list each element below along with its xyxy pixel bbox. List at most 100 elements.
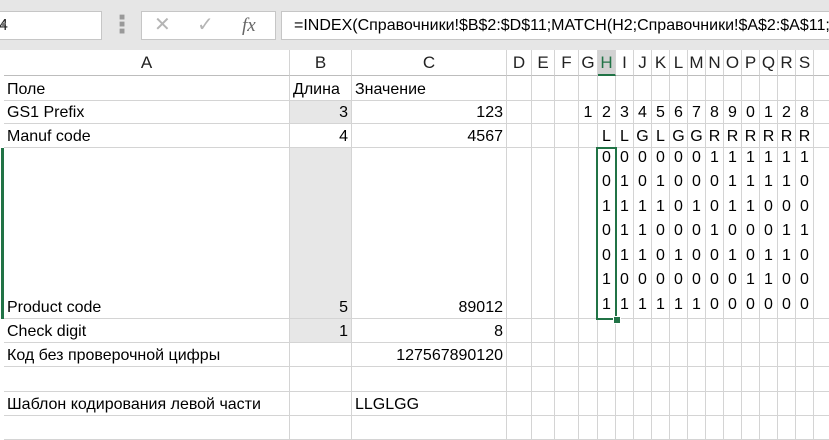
cell-e3[interactable] [532,124,555,148]
cell-f7[interactable] [555,367,579,392]
cell-e2[interactable] [532,101,555,124]
column-header-a[interactable]: A [4,50,290,76]
cell-h3[interactable]: L [598,124,616,148]
cell-k4[interactable]: 0 1 1 0 0 0 1 [652,148,670,319]
cell-s3[interactable]: R [796,124,814,148]
cell-b5[interactable]: 1 [290,319,352,343]
cell-i2[interactable]: 3 [616,101,634,124]
cell-d2[interactable] [507,101,532,124]
cell-d4[interactable] [507,148,532,319]
cell-r7[interactable] [778,367,796,392]
column-header-p[interactable]: P [742,50,760,76]
fill-handle[interactable] [613,316,621,324]
cell-k5[interactable] [652,319,670,343]
cell-j9[interactable] [634,416,652,440]
check-icon[interactable]: ✓ [197,12,214,39]
cell-e7[interactable] [532,367,555,392]
cell-t5[interactable] [814,319,829,343]
cell-a6[interactable]: Код без проверочной цифры [4,343,290,367]
cell-f3[interactable] [555,124,579,148]
cell-o6[interactable] [724,343,742,367]
cell-l5[interactable] [670,319,688,343]
cell-q1[interactable] [760,76,778,101]
cell-t1[interactable] [814,76,829,101]
cell-t2[interactable] [814,101,829,124]
cell-p5[interactable] [742,319,760,343]
cell-r2[interactable]: 2 [778,101,796,124]
cell-f8[interactable] [555,392,579,416]
cell-r9[interactable] [778,416,796,440]
cell-g2[interactable]: 1 [579,101,598,124]
cell-s6[interactable] [796,343,814,367]
cell-r8[interactable] [778,392,796,416]
cell-p3[interactable]: R [742,124,760,148]
cell-a4[interactable]: Product code [4,148,290,319]
cell-a8[interactable]: Шаблон кодирования левой части [4,392,290,416]
column-header-h[interactable]: H [598,50,616,76]
cell-f2[interactable] [555,101,579,124]
cell-k8[interactable] [652,392,670,416]
cell-m3[interactable]: G [688,124,706,148]
column-header-d[interactable]: D [507,50,532,76]
cell-n4[interactable]: 1 0 0 1 0 0 0 [706,148,724,319]
cell-t7[interactable] [814,367,829,392]
cell-h9[interactable] [598,416,616,440]
cell-k3[interactable]: L [652,124,670,148]
cell-o5[interactable] [724,319,742,343]
cell-p1[interactable] [742,76,760,101]
cell-a7[interactable] [4,367,290,392]
column-header-n[interactable]: N [706,50,724,76]
drag-handle-icon[interactable]: ■ ■ ■ [119,13,125,37]
cell-b4[interactable]: 5 [290,148,352,319]
cell-j8[interactable] [634,392,652,416]
column-header-l[interactable]: L [670,50,688,76]
cell-l4[interactable]: 0 0 0 0 1 0 1 [670,148,688,319]
cell-e9[interactable] [532,416,555,440]
cell-q3[interactable]: R [760,124,778,148]
cell-o4[interactable]: 1 1 1 0 1 0 0 [724,148,742,319]
chevron-down-icon[interactable]: ▼ [0,12,91,39]
cell-h8[interactable] [598,392,616,416]
cell-e4[interactable] [532,148,555,319]
cell-d6[interactable] [507,343,532,367]
cell-q9[interactable] [760,416,778,440]
cell-m4[interactable]: 0 0 1 0 0 0 1 [688,148,706,319]
cell-n5[interactable] [706,319,724,343]
cell-j7[interactable] [634,367,652,392]
cell-g5[interactable] [579,319,598,343]
cell-i9[interactable] [616,416,634,440]
column-header-j[interactable]: J [634,50,652,76]
cell-k6[interactable] [652,343,670,367]
cell-m9[interactable] [688,416,706,440]
cell-o2[interactable]: 9 [724,101,742,124]
cell-f1[interactable] [555,76,579,101]
cell-h7[interactable] [598,367,616,392]
cell-h1[interactable] [598,76,616,101]
cell-n9[interactable] [706,416,724,440]
cell-t4[interactable] [814,148,829,319]
cell-c5[interactable]: 8 [352,319,507,343]
cell-m1[interactable] [688,76,706,101]
cell-k9[interactable] [652,416,670,440]
cell-q2[interactable]: 1 [760,101,778,124]
x-icon[interactable]: ✕ [154,12,171,39]
cell-k7[interactable] [652,367,670,392]
cell-l7[interactable] [670,367,688,392]
cell-o8[interactable] [724,392,742,416]
cell-b3[interactable]: 4 [290,124,352,148]
cell-j5[interactable] [634,319,652,343]
cell-j1[interactable] [634,76,652,101]
cell-p7[interactable] [742,367,760,392]
cell-e8[interactable] [532,392,555,416]
cell-f6[interactable] [555,343,579,367]
cell-q7[interactable] [760,367,778,392]
cell-g7[interactable] [579,367,598,392]
cell-s2[interactable]: 8 [796,101,814,124]
cell-n1[interactable] [706,76,724,101]
cell-g4[interactable] [579,148,598,319]
cell-r4[interactable]: 1 1 0 1 1 0 0 [778,148,796,319]
cell-i6[interactable] [616,343,634,367]
cell-s5[interactable] [796,319,814,343]
cell-a3[interactable]: Manuf code [4,124,290,148]
cell-p8[interactable] [742,392,760,416]
